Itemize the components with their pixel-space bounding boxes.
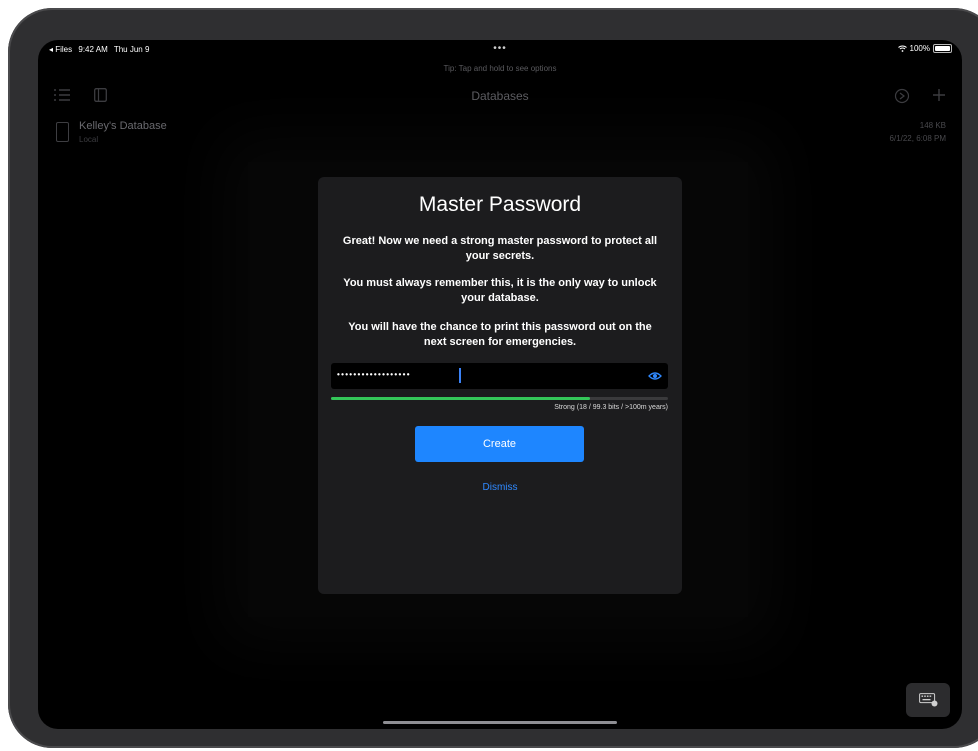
tip-text: Tip: Tap and hold to see options	[443, 64, 557, 73]
dialog-title: Master Password	[418, 193, 582, 216]
dismiss-button[interactable]: Dismiss	[318, 482, 682, 493]
sync-icon[interactable]	[894, 88, 910, 107]
screen: ◂ Files 9:42 AM Thu Jun 9 ••• 100% Tip: …	[38, 40, 962, 729]
password-strength-label: Strong (18 / 99.3 bits / >100m years)	[554, 404, 668, 411]
create-button[interactable]: Create	[415, 426, 584, 462]
battery-icon	[933, 44, 952, 53]
eye-icon[interactable]	[648, 371, 662, 381]
dialog-paragraph-remember: You must always remember this, it is the…	[343, 277, 657, 304]
dialog-paragraph-print: You will have the chance to print this p…	[348, 321, 652, 348]
phone-icon	[56, 122, 69, 142]
database-location: Local	[79, 135, 99, 144]
dialog-paragraph-intro: Great! Now we need a strong master passw…	[342, 235, 658, 262]
add-database-icon[interactable]	[932, 88, 946, 105]
keyboard-button[interactable]	[906, 683, 950, 717]
database-list-item[interactable]: Kelley's Database Local 148 KB 6/1/22, 6…	[38, 118, 962, 158]
status-right: 100%	[897, 44, 952, 53]
page-title: Databases	[471, 89, 529, 103]
home-indicator[interactable]	[383, 721, 617, 724]
password-value: ••••••••••••••••••	[337, 370, 411, 379]
status-bar: ◂ Files 9:42 AM Thu Jun 9 ••• 100%	[38, 40, 962, 60]
password-field[interactable]: ••••••••••••••••••	[331, 363, 668, 389]
text-caret	[459, 368, 461, 383]
database-modified: 6/1/22, 6:08 PM	[889, 134, 946, 143]
battery-percent: 100%	[909, 44, 930, 53]
password-strength-meter	[331, 397, 668, 400]
password-strength-fill	[331, 397, 591, 400]
keyboard-icon	[919, 693, 938, 707]
master-password-dialog: Master Password Great! Now we need a str…	[318, 177, 682, 594]
database-size: 148 KB	[919, 121, 946, 130]
database-name: Kelley's Database	[79, 120, 167, 132]
wifi-icon	[897, 45, 907, 52]
multitasking-dots[interactable]: •••	[38, 43, 962, 54]
